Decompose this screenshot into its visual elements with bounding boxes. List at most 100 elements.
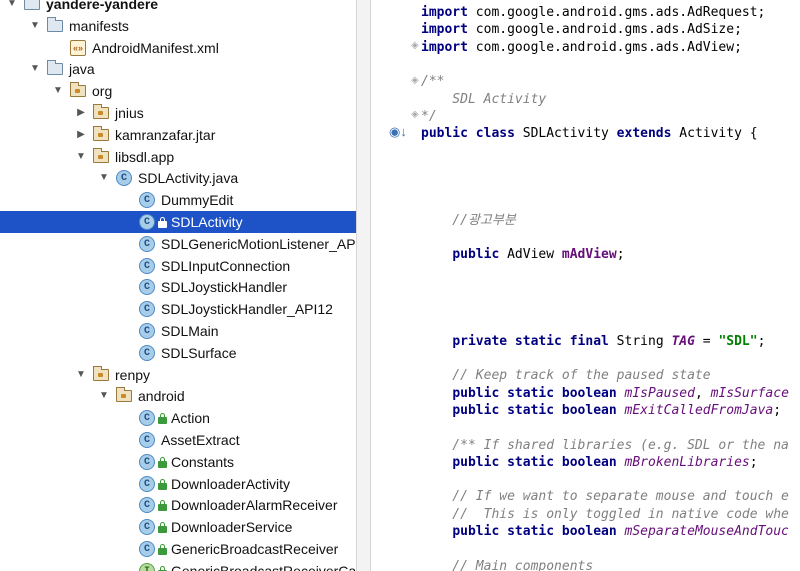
tree-item[interactable]: ▼ C SDLActivity.java (0, 167, 356, 189)
tree-item[interactable]: ▼ android (0, 385, 356, 407)
expand-arrow-icon[interactable]: ▶ (75, 102, 87, 124)
class-icon: C (139, 214, 155, 230)
editor-gutter: ◈ ◈ ◈ ◉↓ (371, 0, 421, 571)
lock-icon (158, 413, 168, 425)
class-icon: C (139, 432, 155, 448)
fold-icon[interactable]: ◈ (411, 75, 419, 86)
tree-item[interactable]: C Constants (0, 451, 356, 473)
fold-icon[interactable]: ◈ (411, 40, 419, 51)
tree-item-label: android (138, 388, 185, 405)
expand-arrow-icon[interactable]: ▶ (75, 124, 87, 146)
xml-file-icon: «» (70, 39, 86, 56)
code-line: private static final String TAG = "SDL"; (452, 333, 766, 349)
tree-item[interactable]: ▼ renpy (0, 364, 356, 386)
code-line: // This is only toggled in native code w… (421, 506, 789, 522)
tree-item[interactable]: ▼ manifests (0, 15, 356, 37)
class-icon: C (139, 410, 155, 427)
tree-item[interactable]: C DownloaderActivity (0, 473, 356, 495)
tree-item-label: yandere-yandere (46, 0, 159, 12)
tree-item-label: SDLInputConnection (161, 257, 291, 274)
collapse-arrow-icon[interactable]: ▼ (52, 80, 64, 102)
collapse-arrow-icon[interactable]: ▼ (29, 15, 41, 37)
collapse-arrow-icon[interactable]: ▼ (6, 0, 18, 15)
tree-item-label: org (92, 83, 113, 100)
tree-item[interactable]: C SDLGenericMotionListener_API (0, 233, 356, 255)
tree-item[interactable]: C SDLInputConnection (0, 255, 356, 277)
code-line: SDL Activity (421, 91, 547, 107)
tree-item-label: AssetExtract (161, 432, 240, 448)
tree-item-label: DummyEdit (161, 192, 234, 209)
tree-item[interactable]: C SDLActivity (0, 211, 356, 233)
tree-item-label: jnius (115, 105, 144, 121)
tree-item[interactable]: C SDLSurface (0, 342, 356, 364)
tree-item[interactable]: C DownloaderAlarmReceiver (0, 494, 356, 516)
tree-item[interactable]: ▶ jnius (0, 102, 356, 124)
code-line: public static boolean mSeparateMouseAndT… (452, 524, 789, 539)
tree-item[interactable]: ▼ yandere-yandere (0, 0, 356, 15)
tree-item[interactable]: C SDLJoystickHandler (0, 276, 356, 298)
lock-icon (158, 217, 168, 228)
folder-icon (47, 60, 63, 76)
lock-icon (158, 456, 168, 468)
tree-item[interactable]: C Action (0, 407, 356, 429)
tree-item-label: SDLGenericMotionListener_API (161, 235, 356, 252)
collapse-arrow-icon[interactable]: ▼ (29, 58, 41, 80)
fold-icon[interactable]: ◈ (411, 109, 419, 120)
tree-item-label: java (69, 61, 95, 78)
tree-item[interactable]: ▼ org (0, 80, 356, 102)
tree-item-label: Action (171, 410, 210, 427)
code-line: public static boolean mExitCalledFromJav… (452, 402, 782, 418)
class-icon: C (139, 279, 155, 296)
collapse-arrow-icon[interactable]: ▼ (75, 146, 87, 168)
tree-item[interactable]: ▼ java (0, 58, 356, 80)
tree-item-label: GenericBroadcastReceiver (171, 541, 339, 557)
collapse-arrow-icon[interactable]: ▼ (75, 364, 87, 386)
lock-icon (158, 500, 168, 512)
tree-item[interactable]: C DummyEdit (0, 189, 356, 211)
tree-item[interactable]: C AssetExtract (0, 429, 356, 451)
tree-item-label: SDLActivity.java (138, 170, 239, 187)
tree-item-label: SDLMain (161, 323, 219, 339)
class-icon: C (139, 497, 155, 514)
class-icon: C (139, 541, 155, 557)
tree-item-label: manifests (69, 17, 129, 34)
code-line: /** (421, 74, 445, 90)
collapse-arrow-icon[interactable]: ▼ (98, 167, 110, 189)
override-method-icon[interactable]: ◉↓ (389, 124, 407, 140)
tree-item[interactable]: ▼ libsdl.app (0, 146, 356, 168)
code-line: // If we want to separate mouse and touc… (421, 489, 789, 505)
tree-item-label: AndroidManifest.xml (92, 39, 219, 56)
collapse-arrow-icon[interactable]: ▼ (98, 385, 110, 407)
code-line: /** If shared libraries (e.g. SDL or the… (421, 437, 789, 453)
package-icon (70, 82, 86, 98)
tree-item-label: kamranzafar.jtar (115, 126, 216, 143)
tree-item[interactable]: C DownloaderService (0, 516, 356, 538)
module-icon (24, 0, 40, 10)
class-icon: C (139, 235, 155, 252)
code-editor[interactable]: import com.google.android.gms.ads.AdRequ… (421, 0, 800, 571)
code-line: public AdView mAdView; (452, 247, 625, 263)
package-icon (93, 365, 109, 381)
tree-item[interactable]: I GenericBroadcastReceiverCal (0, 560, 356, 571)
tree-item[interactable]: C SDLMain (0, 320, 356, 342)
code-line: import com.google.android.gms.ads.AdView… (421, 39, 742, 55)
folder-icon (47, 16, 63, 32)
tree-item[interactable]: «» AndroidManifest.xml (0, 37, 356, 59)
code-line: */ (421, 108, 437, 124)
tree-item[interactable]: ▶ kamranzafar.jtar (0, 124, 356, 146)
class-icon: C (139, 301, 155, 318)
tree-item[interactable]: C GenericBroadcastReceiver (0, 538, 356, 560)
panel-splitter[interactable] (356, 0, 371, 571)
class-icon: C (139, 475, 155, 492)
class-icon: C (139, 519, 155, 536)
code-line: public static boolean mIsPaused, mIsSurf… (452, 385, 789, 401)
tree-item[interactable]: C SDLJoystickHandler_API12 (0, 298, 356, 320)
